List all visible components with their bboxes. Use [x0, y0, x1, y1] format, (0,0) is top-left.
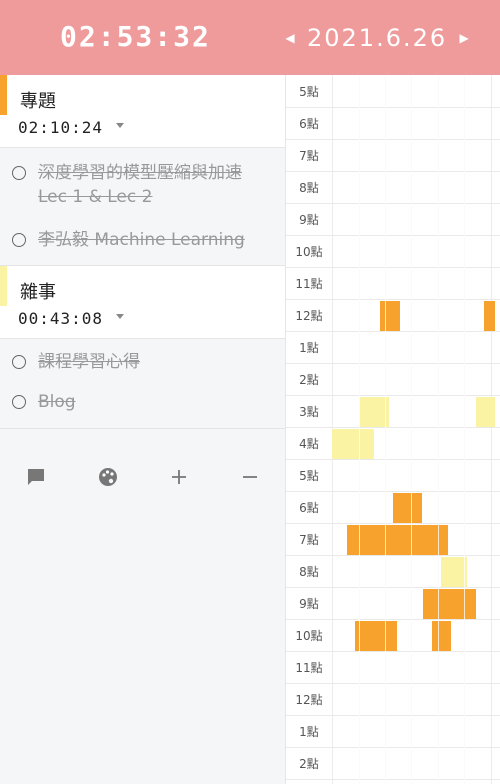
current-clock: 02:53:32 [60, 20, 211, 53]
task-item[interactable]: 課程學習心得 [12, 350, 268, 374]
hour-row[interactable]: 4點 [286, 428, 500, 460]
hour-label: 5點 [299, 469, 319, 483]
palette-icon[interactable] [94, 463, 122, 491]
hour-label: 11點 [295, 661, 323, 675]
hour-row[interactable]: 3點 [286, 396, 500, 428]
project-card[interactable]: 專題 02:10:24 [0, 75, 285, 148]
hour-row[interactable]: 1點 [286, 716, 500, 748]
hour-label: 5點 [299, 85, 319, 99]
task-label: 課程學習心得 [38, 352, 140, 372]
time-block[interactable] [332, 429, 374, 459]
app-header: 02:53:32 ◀ 2021.6.26 ▶ [0, 0, 500, 75]
hour-label: 3點 [299, 405, 319, 419]
time-block[interactable] [393, 493, 422, 523]
comment-icon[interactable] [22, 463, 50, 491]
task-item[interactable]: Blog [12, 390, 268, 414]
task-checkbox[interactable] [12, 166, 26, 180]
hour-label: 9點 [299, 597, 319, 611]
project-panel: 專題 02:10:24 深度學習的模型壓縮與加速 Lec 1 & Lec 2 李… [0, 75, 285, 784]
timeline-grid: 5點 6點 7點 8點 9點 10點 11點 12點 1點 2點 3點 4點 5點 6點 7點 8點 9點 10點… [285, 75, 500, 784]
project-color-bar [0, 266, 7, 306]
hour-row[interactable]: 6點 [286, 108, 500, 140]
time-block[interactable] [347, 525, 448, 555]
hour-label: 10點 [295, 629, 323, 643]
hour-row[interactable]: 5點 [286, 460, 500, 492]
hour-label: 4點 [299, 437, 319, 451]
hour-row[interactable]: 2點 [286, 748, 500, 780]
hour-label: 11點 [295, 277, 323, 291]
chevron-down-icon[interactable] [116, 123, 124, 128]
hour-label: 8點 [299, 565, 319, 579]
project-time: 00:43:08 [18, 309, 104, 328]
grid-separator [385, 75, 386, 784]
section-divider [0, 428, 285, 429]
hour-label: 6點 [299, 117, 319, 131]
task-label: 深度學習的模型壓縮與加速 Lec 1 & Lec 2 [38, 163, 242, 207]
hour-label: 8點 [299, 181, 319, 195]
chevron-down-icon[interactable] [116, 314, 124, 319]
hour-label: 12點 [295, 309, 323, 323]
toolbar [0, 459, 285, 495]
hour-label: 2點 [299, 757, 319, 771]
hour-row[interactable]: 8點 [286, 172, 500, 204]
time-block[interactable] [484, 301, 495, 331]
time-block[interactable] [432, 621, 451, 651]
project-time: 02:10:24 [18, 118, 104, 137]
task-label: Blog [38, 392, 76, 412]
task-checkbox[interactable] [12, 233, 26, 247]
hour-label: 1點 [299, 725, 319, 739]
task-checkbox[interactable] [12, 395, 26, 409]
minus-icon[interactable] [236, 463, 264, 491]
task-item[interactable]: 李弘毅 Machine Learning [12, 228, 268, 252]
grid-separator [438, 75, 439, 784]
hour-label: 7點 [299, 533, 319, 547]
hour-label: 12點 [295, 693, 323, 707]
hour-label: 6點 [299, 501, 319, 515]
task-label: 李弘毅 Machine Learning [38, 230, 245, 250]
time-block[interactable] [423, 589, 476, 619]
hour-label: 1點 [299, 341, 319, 355]
time-block[interactable] [355, 621, 397, 651]
plus-icon[interactable] [165, 463, 193, 491]
hour-label: 10點 [295, 245, 323, 259]
hour-row[interactable]: 2點 [286, 364, 500, 396]
date-navigator: ◀ 2021.6.26 ▶ [283, 22, 471, 54]
hour-label: 2點 [299, 373, 319, 387]
project-card[interactable]: 雜事 00:43:08 [0, 266, 285, 339]
current-date: 2021.6.26 [307, 24, 448, 52]
hour-label: 9點 [299, 213, 319, 227]
time-block[interactable] [476, 397, 495, 427]
hour-row[interactable]: 11點 [286, 652, 500, 684]
prev-day-icon[interactable]: ◀ [283, 31, 297, 45]
grid-separator [464, 75, 465, 784]
project-name: 雜事 [20, 282, 56, 303]
hour-row[interactable]: 12點 [286, 684, 500, 716]
task-item[interactable]: 深度學習的模型壓縮與加速 Lec 1 & Lec 2 [12, 161, 268, 209]
hour-row[interactable]: 7點 [286, 140, 500, 172]
grid-separator [411, 75, 412, 784]
hour-row[interactable]: 9點 [286, 204, 500, 236]
hour-row[interactable]: 1點 [286, 332, 500, 364]
hour-row[interactable]: 10點 [286, 236, 500, 268]
grid-separator [359, 75, 360, 784]
project-color-bar [0, 75, 7, 115]
hour-label: 7點 [299, 149, 319, 163]
hour-row[interactable]: 11點 [286, 268, 500, 300]
hour-row[interactable]: 5點 [286, 76, 500, 108]
time-block[interactable] [380, 301, 400, 331]
hour-row[interactable]: 8點 [286, 556, 500, 588]
project-name: 專題 [20, 91, 56, 112]
task-checkbox[interactable] [12, 355, 26, 369]
next-day-icon[interactable]: ▶ [457, 31, 471, 45]
